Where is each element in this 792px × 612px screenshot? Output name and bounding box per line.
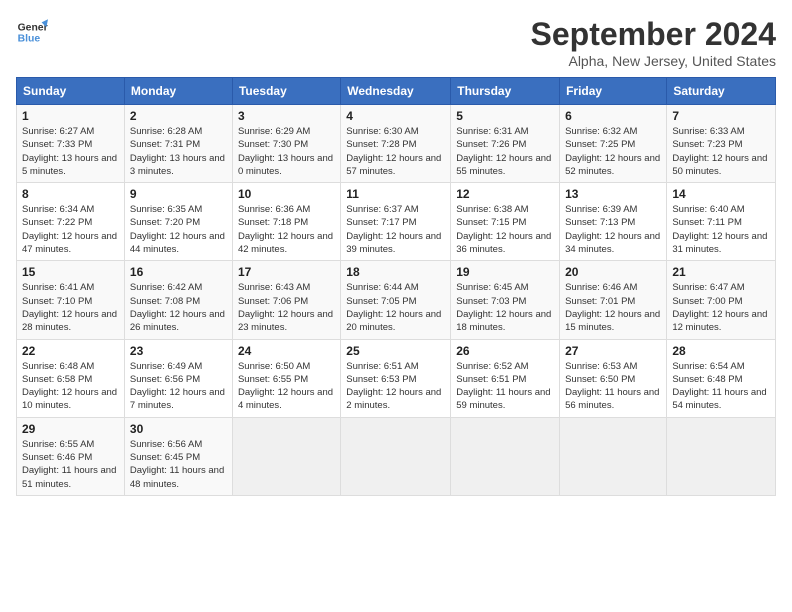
calendar-cell: 17 Sunrise: 6:43 AMSunset: 7:06 PMDaylig… (232, 261, 340, 339)
calendar-day-3: 3 Sunrise: 6:29 AMSunset: 7:30 PMDayligh… (232, 105, 340, 183)
title-area: September 2024 Alpha, New Jersey, United… (531, 16, 776, 69)
page-header: General Blue September 2024 Alpha, New J… (16, 16, 776, 69)
calendar-day-2: 2 Sunrise: 6:28 AMSunset: 7:31 PMDayligh… (124, 105, 232, 183)
calendar-cell (341, 417, 451, 495)
calendar-day-1: 1 Sunrise: 6:27 AMSunset: 7:33 PMDayligh… (17, 105, 125, 183)
calendar-cell: 25 Sunrise: 6:51 AMSunset: 6:53 PMDaylig… (341, 339, 451, 417)
header-friday: Friday (560, 78, 667, 105)
calendar-cell (560, 417, 667, 495)
calendar-cell: 14 Sunrise: 6:40 AMSunset: 7:11 PMDaylig… (667, 183, 776, 261)
calendar-week-1: 1 Sunrise: 6:27 AMSunset: 7:33 PMDayligh… (17, 105, 776, 183)
calendar-cell: 20 Sunrise: 6:46 AMSunset: 7:01 PMDaylig… (560, 261, 667, 339)
calendar-cell: 9 Sunrise: 6:35 AMSunset: 7:20 PMDayligh… (124, 183, 232, 261)
calendar-cell: 16 Sunrise: 6:42 AMSunset: 7:08 PMDaylig… (124, 261, 232, 339)
calendar-cell: 19 Sunrise: 6:45 AMSunset: 7:03 PMDaylig… (451, 261, 560, 339)
calendar-cell: 28 Sunrise: 6:54 AMSunset: 6:48 PMDaylig… (667, 339, 776, 417)
header-thursday: Thursday (451, 78, 560, 105)
calendar-header-row: Sunday Monday Tuesday Wednesday Thursday… (17, 78, 776, 105)
calendar-week-4: 22 Sunrise: 6:48 AMSunset: 6:58 PMDaylig… (17, 339, 776, 417)
calendar-cell: 27 Sunrise: 6:53 AMSunset: 6:50 PMDaylig… (560, 339, 667, 417)
calendar-cell: 23 Sunrise: 6:49 AMSunset: 6:56 PMDaylig… (124, 339, 232, 417)
header-wednesday: Wednesday (341, 78, 451, 105)
calendar-cell: 8 Sunrise: 6:34 AMSunset: 7:22 PMDayligh… (17, 183, 125, 261)
calendar-week-5: 29 Sunrise: 6:55 AMSunset: 6:46 PMDaylig… (17, 417, 776, 495)
calendar-week-3: 15 Sunrise: 6:41 AMSunset: 7:10 PMDaylig… (17, 261, 776, 339)
calendar-cell (667, 417, 776, 495)
calendar-cell: 29 Sunrise: 6:55 AMSunset: 6:46 PMDaylig… (17, 417, 125, 495)
calendar-cell: 18 Sunrise: 6:44 AMSunset: 7:05 PMDaylig… (341, 261, 451, 339)
calendar-table: Sunday Monday Tuesday Wednesday Thursday… (16, 77, 776, 496)
calendar-day-4: 4 Sunrise: 6:30 AMSunset: 7:28 PMDayligh… (341, 105, 451, 183)
calendar-day-5: 5 Sunrise: 6:31 AMSunset: 7:26 PMDayligh… (451, 105, 560, 183)
logo: General Blue (16, 16, 48, 48)
calendar-cell: 11 Sunrise: 6:37 AMSunset: 7:17 PMDaylig… (341, 183, 451, 261)
header-monday: Monday (124, 78, 232, 105)
month-title: September 2024 (531, 16, 776, 53)
calendar-day-6: 6 Sunrise: 6:32 AMSunset: 7:25 PMDayligh… (560, 105, 667, 183)
calendar-cell: 22 Sunrise: 6:48 AMSunset: 6:58 PMDaylig… (17, 339, 125, 417)
calendar-cell: 24 Sunrise: 6:50 AMSunset: 6:55 PMDaylig… (232, 339, 340, 417)
calendar-cell (232, 417, 340, 495)
calendar-cell: 15 Sunrise: 6:41 AMSunset: 7:10 PMDaylig… (17, 261, 125, 339)
calendar-cell: 26 Sunrise: 6:52 AMSunset: 6:51 PMDaylig… (451, 339, 560, 417)
header-sunday: Sunday (17, 78, 125, 105)
calendar-cell (451, 417, 560, 495)
calendar-week-2: 8 Sunrise: 6:34 AMSunset: 7:22 PMDayligh… (17, 183, 776, 261)
calendar-cell: 30 Sunrise: 6:56 AMSunset: 6:45 PMDaylig… (124, 417, 232, 495)
header-saturday: Saturday (667, 78, 776, 105)
calendar-day-7: 7 Sunrise: 6:33 AMSunset: 7:23 PMDayligh… (667, 105, 776, 183)
calendar-cell: 12 Sunrise: 6:38 AMSunset: 7:15 PMDaylig… (451, 183, 560, 261)
calendar-cell: 13 Sunrise: 6:39 AMSunset: 7:13 PMDaylig… (560, 183, 667, 261)
calendar-cell: 21 Sunrise: 6:47 AMSunset: 7:00 PMDaylig… (667, 261, 776, 339)
location-title: Alpha, New Jersey, United States (531, 53, 776, 69)
calendar-cell: 10 Sunrise: 6:36 AMSunset: 7:18 PMDaylig… (232, 183, 340, 261)
header-tuesday: Tuesday (232, 78, 340, 105)
logo-icon: General Blue (16, 16, 48, 48)
svg-text:Blue: Blue (18, 34, 41, 45)
